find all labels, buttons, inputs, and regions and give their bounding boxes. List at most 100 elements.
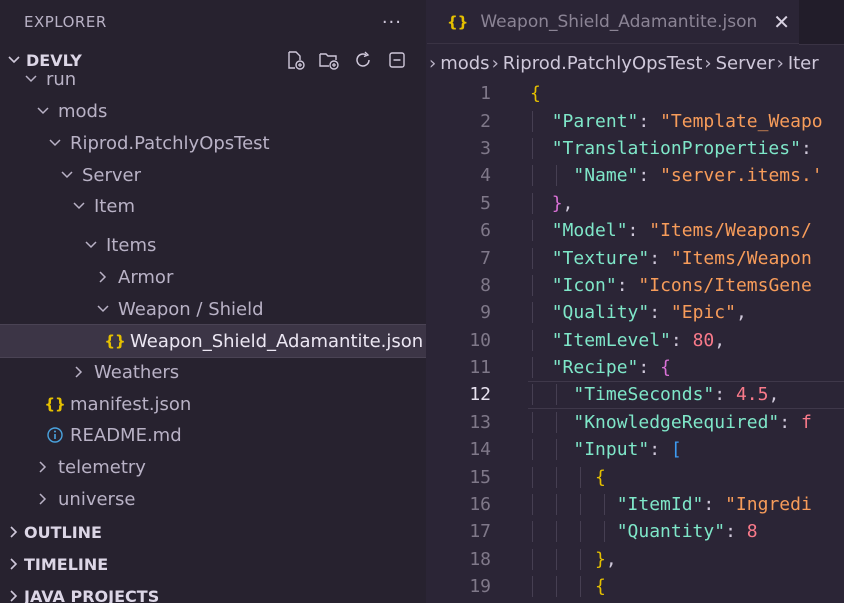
chevron-right-icon — [92, 270, 114, 284]
tree-item-label: mods — [58, 100, 108, 122]
breadcrumb-separator-icon: › — [704, 52, 712, 74]
indent-guide — [532, 247, 533, 269]
tree-item[interactable]: Items — [0, 229, 426, 261]
tree-item[interactable]: Weapon / Shield — [0, 293, 426, 325]
line-number: 6 — [480, 220, 491, 242]
code-token: "Input" — [573, 439, 650, 461]
line-number: 2 — [480, 110, 491, 132]
code-token: : — [638, 165, 661, 187]
code-text: }, — [530, 548, 617, 570]
tree-item-label: Server — [82, 164, 142, 186]
indent-guide — [532, 521, 533, 543]
indent-guide — [580, 494, 581, 516]
tree-item[interactable]: Weathers — [0, 356, 426, 388]
code-line: 11 "Recipe": { — [427, 354, 844, 381]
code-line: 3 "TranslationProperties": — [427, 135, 844, 162]
tree-item[interactable]: Server — [0, 159, 426, 191]
indent-guide — [556, 521, 557, 543]
tree-item[interactable]: universe — [0, 483, 426, 515]
line-number: 15 — [469, 466, 491, 488]
explorer-title: EXPLORER — [24, 13, 107, 31]
code-token: : — [638, 357, 661, 379]
code-line: 18 }, — [427, 546, 844, 573]
code-text: { — [530, 83, 541, 104]
code-text: "Recipe": { — [530, 357, 671, 379]
code-text: "Model": "Items/Weapons/ — [530, 220, 812, 242]
section-java-projects[interactable]: JAVA PROJECTS — [0, 580, 426, 603]
tree-item-label: Items — [106, 234, 157, 256]
tree-item[interactable]: Armor — [0, 261, 426, 293]
json-file-icon: {} — [44, 395, 66, 413]
line-number: 8 — [480, 274, 491, 296]
tree-item[interactable]: {} Weapon_Shield_Adamantite.json — [0, 324, 426, 358]
code-token: "ItemId" — [616, 494, 704, 516]
code-line: 17 "Quantity": 8 — [427, 518, 844, 545]
indent-guide — [556, 411, 557, 433]
tree-item[interactable]: {} manifest.json — [0, 388, 426, 420]
chevron-down-icon — [92, 302, 114, 316]
chevron-right-icon — [32, 492, 54, 506]
chevron-down-icon — [32, 104, 54, 118]
section-outline[interactable]: OUTLINE — [0, 516, 426, 548]
editor-tab[interactable]: {} Weapon_Shield_Adamantite.json ✕ — [427, 0, 799, 44]
line-number: 14 — [469, 439, 491, 461]
code-area[interactable]: 1{2 "Parent": "Template_Weapo 3 "Translat… — [427, 80, 844, 603]
code-text: "Quantity": 8 — [530, 521, 758, 543]
indent-guide — [556, 576, 557, 598]
indent-guide — [532, 110, 533, 132]
chevron-right-icon — [4, 589, 24, 603]
code-token: : — [627, 220, 650, 242]
line-number: 4 — [480, 165, 491, 187]
code-token: "Name" — [573, 165, 639, 187]
line-number: 12 — [469, 384, 491, 406]
code-text: "Name": "server.items.' — [530, 165, 823, 187]
tab-bar-empty — [799, 0, 844, 45]
code-token: 4.5 — [735, 384, 769, 406]
indent-guide — [532, 357, 533, 379]
tree-item[interactable]: Item — [0, 190, 426, 222]
line-number: 18 — [469, 548, 491, 570]
code-token: : — [714, 384, 736, 406]
code-token: "Template_Weapo — [660, 110, 823, 132]
code-text: "TranslationProperties": — [530, 137, 812, 159]
code-token: "KnowledgeRequired" — [573, 411, 780, 433]
indent-guide — [580, 548, 581, 570]
code-token: : — [800, 137, 812, 159]
section-timeline[interactable]: TIMELINE — [0, 548, 426, 580]
tab-label: Weapon_Shield_Adamantite.json — [480, 11, 758, 32]
chevron-down-icon — [44, 136, 66, 150]
tree-item[interactable]: Riprod.PatchlyOpsTest — [0, 127, 426, 159]
code-token: "Quality" — [551, 302, 650, 324]
indent-guide — [532, 466, 533, 488]
close-icon[interactable]: ✕ — [773, 10, 790, 34]
code-line: 7 "Texture": "Items/Weapon — [427, 244, 844, 271]
chevron-down-icon — [80, 238, 102, 252]
tree-item[interactable]: run — [0, 63, 426, 95]
indent-guide — [580, 466, 581, 488]
tree-item[interactable]: telemetry — [0, 451, 426, 483]
tree-item[interactable]: README.md — [0, 419, 426, 451]
tree-item-label: Weapon / Shield — [118, 298, 264, 320]
breadcrumb-item[interactable]: mods — [440, 53, 489, 74]
code-token: 80 — [692, 329, 715, 351]
line-number: 16 — [469, 494, 491, 516]
breadcrumb-item[interactable]: Server — [716, 53, 775, 74]
indent-guide — [532, 274, 533, 296]
chevron-right-icon — [4, 525, 24, 539]
bottom-sections: OUTLINE TIMELINE JAVA PROJECTS — [0, 516, 426, 603]
more-actions-icon[interactable]: ··· — [382, 12, 402, 33]
code-token: , — [605, 548, 617, 570]
breadcrumb-item[interactable]: Iter — [788, 53, 819, 74]
breadcrumb-item[interactable]: Riprod.PatchlyOpsTest — [503, 53, 703, 74]
code-token: "ItemLevel" — [551, 329, 671, 351]
code-token: { — [595, 576, 606, 598]
editor-pane: {} Weapon_Shield_Adamantite.json ✕ › mod… — [427, 0, 844, 603]
code-text: "Parent": "Template_Weapo — [530, 110, 823, 132]
tree-item[interactable]: mods — [0, 95, 426, 127]
indent-guide — [556, 494, 557, 516]
